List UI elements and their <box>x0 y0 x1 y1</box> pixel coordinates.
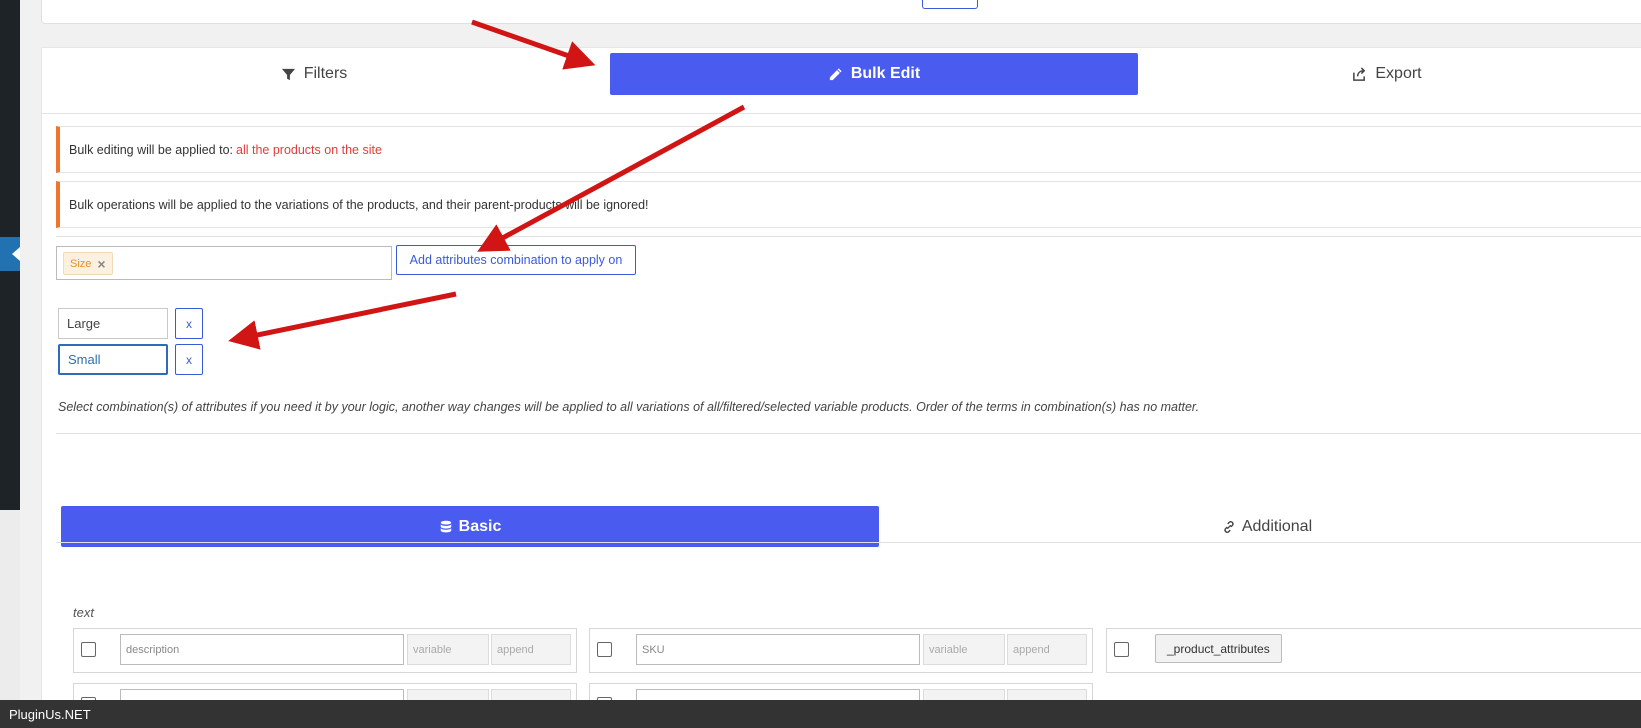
pencil-icon <box>829 67 842 80</box>
field-group-label: text <box>73 605 94 620</box>
share-icon <box>1353 66 1366 81</box>
description-append-field[interactable]: append <box>491 634 571 665</box>
tab-additional-label: Additional <box>1241 517 1313 535</box>
attribute-chip-label: Size <box>70 257 92 270</box>
top-panel-button[interactable] <box>922 0 978 9</box>
filter-icon <box>281 68 295 80</box>
remove-term-small-button[interactable]: x <box>175 344 203 375</box>
divider <box>56 542 1641 543</box>
main-tabs: Filters Bulk Edit Export <box>42 48 1641 114</box>
applied-to-notice: Bulk editing will be applied to: all the… <box>56 126 1641 173</box>
tab-filters[interactable]: Filters <box>54 53 574 95</box>
tab-bulk-edit-label: Bulk Edit <box>850 65 921 82</box>
description-checkbox[interactable] <box>81 642 96 657</box>
description-field-row: description variable append <box>73 628 577 673</box>
sidebar-collapse-icon[interactable] <box>0 237 20 271</box>
tab-basic-label: Basic <box>458 517 502 535</box>
product-attributes-field-row: _product_attributes <box>1106 628 1641 673</box>
divider <box>56 433 1641 434</box>
top-panel-edge <box>41 0 1641 24</box>
chip-remove-icon[interactable]: × <box>97 256 105 272</box>
sku-variable-field[interactable]: variable <box>923 634 1005 665</box>
description-variable-field[interactable]: variable <box>407 634 489 665</box>
applied-to-target: all the products on the site <box>236 142 382 157</box>
applied-to-prefix: Bulk editing will be applied to: <box>69 142 233 157</box>
footer-brand: PluginUs.NET <box>9 706 91 722</box>
sku-field-row: SKU variable append <box>589 628 1093 673</box>
tab-bulk-edit[interactable]: Bulk Edit <box>610 53 1138 95</box>
attribute-select[interactable]: Size × <box>56 246 392 280</box>
term-field-small[interactable]: Small <box>58 344 168 375</box>
sku-checkbox[interactable] <box>597 642 612 657</box>
term-field-large[interactable]: Large <box>58 308 168 339</box>
link-icon <box>1224 520 1234 533</box>
variations-notice: Bulk operations will be applied to the v… <box>56 181 1641 228</box>
bulk-edit-panel: Filters Bulk Edit Export Bulk editing wi… <box>41 47 1641 720</box>
product-attributes-checkbox[interactable] <box>1114 642 1129 657</box>
remove-term-large-button[interactable]: x <box>175 308 203 339</box>
database-icon <box>440 520 451 532</box>
tab-additional[interactable]: Additional <box>922 506 1612 547</box>
divider <box>56 236 1641 237</box>
tab-export-label: Export <box>1375 65 1422 82</box>
footer-bar: PluginUs.NET <box>0 700 1641 728</box>
add-combination-button[interactable]: Add attributes combination to apply on <box>396 245 636 275</box>
product-attributes-button[interactable]: _product_attributes <box>1155 634 1282 663</box>
tab-export[interactable]: Export <box>1167 53 1607 95</box>
attribute-chip-size: Size × <box>63 252 113 275</box>
combination-hint: Select combination(s) of attributes if y… <box>58 400 1200 414</box>
sku-input[interactable]: SKU <box>636 634 920 665</box>
variations-note: Bulk operations will be applied to the v… <box>69 197 649 212</box>
tab-basic[interactable]: Basic <box>61 506 879 547</box>
tab-filters-label: Filters <box>303 65 348 82</box>
sku-append-field[interactable]: append <box>1007 634 1087 665</box>
description-input[interactable]: description <box>120 634 404 665</box>
admin-sidebar-lower <box>0 510 20 700</box>
